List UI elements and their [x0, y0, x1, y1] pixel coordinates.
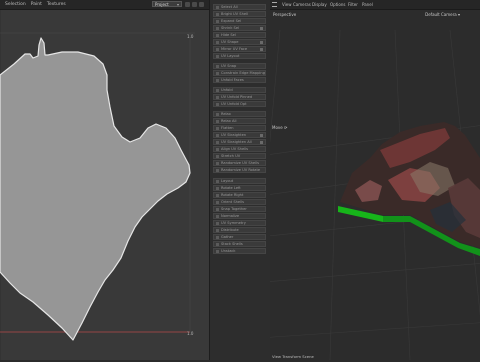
toolkit-row-icon — [216, 229, 219, 232]
uv-corner-label-bottom: 1.0 — [187, 331, 194, 336]
viewport-footer: View Transform Scene — [272, 354, 314, 359]
toolkit-row-icon — [216, 79, 219, 82]
toolkit-row-icon — [216, 141, 219, 144]
toolkit-row-16[interactable]: Relax All — [213, 118, 266, 124]
toolkit-row-icon — [216, 20, 219, 23]
toolkit-row-19[interactable]: UV Straighten All — [213, 139, 266, 145]
toolkit-row-33[interactable]: Stack Shells — [213, 241, 266, 247]
toolkit-row-option-icon[interactable] — [260, 141, 263, 144]
toolkit-row-option-icon[interactable] — [260, 48, 263, 51]
toolkit-row-icon — [216, 120, 219, 123]
toolkit-row-icon — [216, 236, 219, 239]
vp-menu-filter[interactable]: Filter — [348, 2, 358, 7]
toolkit-row-7[interactable]: Mirror UV Face — [213, 46, 266, 52]
toolkit-row-8[interactable]: UV Layout — [213, 53, 266, 59]
toolkit-row-34[interactable]: Unstack — [213, 248, 266, 254]
toolkit-row-24[interactable]: Layout — [213, 178, 266, 184]
toolkit-row-5[interactable]: Hide Sel — [213, 32, 266, 38]
toolkit-row-icon — [216, 72, 219, 75]
toolkit-row-option-icon[interactable] — [260, 27, 263, 30]
toolkit-row-6[interactable]: UV Shape — [213, 39, 266, 45]
toolkit-row-13[interactable]: UV Unfold Pinned — [213, 94, 266, 100]
toolkit-row-icon — [216, 41, 219, 44]
toolkit-row-icon — [216, 127, 219, 130]
toolkit-row-icon — [216, 6, 219, 9]
uv-corner-label-top: 1.0 — [187, 34, 194, 39]
toolkit-row-icon — [216, 208, 219, 211]
toolkit-row-icon — [216, 34, 219, 37]
uv-menu-selection[interactable]: Selection — [5, 2, 26, 7]
uv-toolbar-icon-2[interactable] — [192, 2, 197, 7]
vp-menu-cameras[interactable]: Cameras — [293, 2, 311, 7]
toolkit-row-icon — [216, 155, 219, 158]
toolkit-row-icon — [216, 243, 219, 246]
toolkit-row-25[interactable]: Rotate Left — [213, 185, 266, 191]
toolkit-row-10[interactable]: Constrain Edge Mapping — [213, 70, 266, 76]
uv-menu-textures[interactable]: Textures — [47, 2, 66, 7]
uv-editor-menubar: Selection Paint Textures Project — [0, 0, 209, 10]
toolkit-row-icon — [216, 96, 219, 99]
toolkit-row-icon — [216, 201, 219, 204]
toolkit-row-1[interactable]: Select All — [213, 4, 266, 10]
toolkit-row-4[interactable]: Shrink Sel — [213, 25, 266, 31]
toolkit-row-29[interactable]: Normalize — [213, 213, 266, 219]
toolkit-row-20[interactable]: Align UV Shells — [213, 146, 266, 152]
toolkit-row-2[interactable]: Bright UV Shell — [213, 11, 266, 17]
toolkit-row-icon — [216, 215, 219, 218]
toolkit-row-15[interactable]: Relax — [213, 111, 266, 117]
toolkit-row-icon — [216, 27, 219, 30]
toolkit-row-17[interactable]: Flatten — [213, 125, 266, 131]
toolkit-row-icon — [216, 103, 219, 106]
toolkit-row-icon — [216, 89, 219, 92]
toolkit-row-icon — [216, 13, 219, 16]
toolkit-row-icon — [216, 55, 219, 58]
vp-menu-panel[interactable]: Panel — [362, 2, 373, 7]
uv-editor-viewport[interactable]: 1.0 1.0 — [0, 10, 209, 360]
toolkit-row-icon — [216, 162, 219, 165]
uv-view-dropdown[interactable]: Project — [152, 1, 182, 8]
toolkit-row-23[interactable]: Randomize UV Rotate — [213, 167, 266, 173]
toolkit-row-21[interactable]: Stretch UV — [213, 153, 266, 159]
vp-menu-options[interactable]: Options — [330, 2, 345, 7]
uv-toolkit-panel: Select All Bright UV Shell Expand Sel Sh… — [209, 0, 271, 360]
uv-canvas[interactable]: 1.0 1.0 — [0, 10, 209, 360]
toolkit-row-32[interactable]: Gather — [213, 234, 266, 240]
toolkit-row-31[interactable]: Distribute — [213, 227, 266, 233]
toolkit-row-28[interactable]: Snap Together — [213, 206, 266, 212]
toolkit-row-icon — [216, 169, 219, 172]
toolkit-row-option-icon[interactable] — [260, 134, 263, 137]
toolkit-row-22[interactable]: Randomize UV Shells — [213, 160, 266, 166]
toolkit-row-14[interactable]: UV Unfold Opt — [213, 101, 266, 107]
toolkit-row-11[interactable]: Unfold Faces — [213, 77, 266, 83]
toolkit-row-icon — [216, 65, 219, 68]
toolkit-row-27[interactable]: Orient Shells — [213, 199, 266, 205]
uv-toolbar-icon-1[interactable] — [185, 2, 190, 7]
toolkit-row-icon — [216, 194, 219, 197]
toolkit-row-icon — [216, 148, 219, 151]
toolkit-row-icon — [216, 250, 219, 253]
toolkit-row-icon — [216, 113, 219, 116]
toolkit-row-icon — [216, 187, 219, 190]
uv-menu-paint[interactable]: Paint — [31, 2, 42, 7]
toolkit-row-12[interactable]: Unfold — [213, 87, 266, 93]
scene-canvas[interactable] — [270, 10, 480, 360]
toolkit-row-30[interactable]: UV Symmetry — [213, 220, 266, 226]
toolkit-row-icon — [216, 48, 219, 51]
toolkit-row-option-icon[interactable] — [260, 41, 263, 44]
toolkit-row-icon — [216, 222, 219, 225]
toolkit-row-icon — [216, 134, 219, 137]
toolkit-row-9[interactable]: UV Snap — [213, 63, 266, 69]
viewport-menubar: View Cameras Display Options Filter Pane… — [270, 0, 480, 10]
toolkit-row-3[interactable]: Expand Sel — [213, 18, 266, 24]
toolkit-row-26[interactable]: Rotate Right — [213, 192, 266, 198]
toolkit-row-18[interactable]: UV Straighten — [213, 132, 266, 138]
vp-menu-view[interactable]: View — [282, 2, 292, 7]
panel-menu-icon[interactable] — [272, 2, 277, 7]
uv-toolbar-icon-3[interactable] — [199, 2, 204, 7]
vp-menu-display[interactable]: Display — [312, 2, 327, 7]
perspective-viewport[interactable]: Perspective Default Camera ▾ Move ⟳ View… — [270, 10, 480, 360]
uv-shell[interactable] — [0, 37, 191, 341]
toolkit-row-icon — [216, 180, 219, 183]
